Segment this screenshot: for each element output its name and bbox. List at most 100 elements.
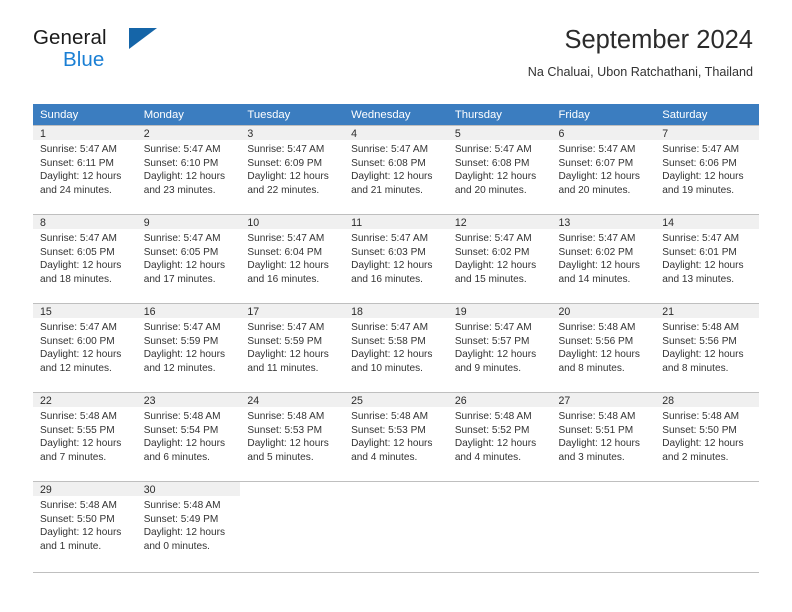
- daylight-duration-line1: Daylight: 12 hours: [351, 438, 433, 450]
- day-number: 21: [655, 303, 759, 318]
- calendar-day-cell[interactable]: 3 Sunrise: 5:47 AM Sunset: 6:09 PM Daylight…: [240, 125, 345, 214]
- sunrise-time: Sunrise: 5:47 AM: [351, 233, 428, 244]
- daylight-duration-line2: and 6 minutes.: [143, 451, 210, 463]
- calendar-day-cell[interactable]: 7 Sunrise: 5:47 AM Sunset: 6:06 PM Daylight…: [655, 125, 759, 214]
- calendar-day-cell[interactable]: 25 Sunrise: 5:48 AM Sunset: 5:53 PM Dayligh…: [344, 392, 448, 481]
- daylight-duration-line2: and 8 minutes.: [662, 362, 729, 374]
- generalblue-logo[interactable]: General Blue: [33, 26, 213, 80]
- daylight-duration-line1: Daylight: 12 hours: [558, 349, 640, 361]
- calendar-day-cell[interactable]: 19 Sunrise: 5:47 AM Sunset: 5:57 PM Dayligh…: [447, 303, 552, 392]
- sunrise-time: Sunrise: 5:47 AM: [454, 322, 532, 333]
- daylight-duration-line1: Daylight: 12 hours: [351, 260, 433, 272]
- calendar-day-cell[interactable]: 14 Sunrise: 5:47 AM Sunset: 6:01 PM Dayligh…: [655, 214, 759, 303]
- day-number: 23: [136, 392, 241, 407]
- calendar-day-cell[interactable]: 23 Sunrise: 5:48 AM Sunset: 5:54 PM Dayligh…: [136, 392, 241, 481]
- day-details: Sunrise: 5:48 AM Sunset: 5:49 PM Daylight:…: [137, 496, 241, 553]
- weekday-header-friday: Friday: [551, 104, 656, 125]
- calendar-day-cell[interactable]: 6 Sunrise: 5:47 AM Sunset: 6:07 PM Daylight…: [551, 125, 656, 214]
- day-cell-inner: 29 Sunrise: 5:48 AM Sunset: 5:50 PM Dayligh…: [33, 481, 137, 570]
- daylight-duration-line1: Daylight: 12 hours: [40, 527, 122, 539]
- day-details: Sunrise: 5:47 AM Sunset: 5:57 PM Daylight:…: [448, 318, 552, 375]
- calendar-day-cell[interactable]: 4 Sunrise: 5:47 AM Sunset: 6:08 PM Daylight…: [344, 125, 448, 214]
- day-details: Sunrise: 5:48 AM Sunset: 5:54 PM Daylight:…: [137, 407, 241, 464]
- day-number: 27: [551, 392, 656, 407]
- daylight-duration-line1: Daylight: 12 hours: [558, 171, 640, 183]
- title-block: September 2024 Na Chaluai, Ubon Ratchath…: [528, 24, 753, 81]
- day-details: Sunrise: 5:47 AM Sunset: 6:03 PM Daylight:…: [344, 229, 448, 286]
- sunset-time: Sunset: 6:01 PM: [662, 246, 737, 258]
- day-cell-inner: 27 Sunrise: 5:48 AM Sunset: 5:51 PM Dayligh…: [551, 392, 656, 481]
- day-cell-inner: 17 Sunrise: 5:47 AM Sunset: 5:59 PM Dayligh…: [240, 303, 345, 392]
- calendar-day-cell[interactable]: 11 Sunrise: 5:47 AM Sunset: 6:03 PM Dayligh…: [344, 214, 448, 303]
- calendar-day-cell[interactable]: 24 Sunrise: 5:48 AM Sunset: 5:53 PM Dayligh…: [240, 392, 345, 481]
- calendar-day-cell[interactable]: 12 Sunrise: 5:47 AM Sunset: 6:02 PM Dayligh…: [447, 214, 552, 303]
- sunset-time: Sunset: 6:02 PM: [558, 246, 634, 258]
- day-details: Sunrise: 5:47 AM Sunset: 6:11 PM Daylight:…: [33, 140, 137, 197]
- day-cell-inner: 8 Sunrise: 5:47 AM Sunset: 6:05 PM Daylight…: [33, 214, 137, 303]
- calendar-day-cell[interactable]: 16 Sunrise: 5:47 AM Sunset: 5:59 PM Dayligh…: [136, 303, 241, 392]
- daylight-duration-line1: Daylight: 12 hours: [454, 171, 537, 183]
- calendar-cell-empty: [447, 481, 552, 570]
- calendar-day-cell[interactable]: 28 Sunrise: 5:48 AM Sunset: 5:50 PM Dayligh…: [655, 392, 759, 481]
- weekday-header-wednesday: Wednesday: [344, 104, 448, 125]
- calendar-day-cell[interactable]: 15 Sunrise: 5:47 AM Sunset: 6:00 PM Dayligh…: [33, 303, 137, 392]
- daylight-duration-line2: and 3 minutes.: [558, 451, 625, 463]
- day-cell-inner: 28 Sunrise: 5:48 AM Sunset: 5:50 PM Dayligh…: [655, 392, 759, 481]
- sunrise-time: Sunrise: 5:48 AM: [40, 500, 117, 511]
- day-details: Sunrise: 5:47 AM Sunset: 6:09 PM Daylight:…: [240, 140, 344, 197]
- day-cell-inner: 3 Sunrise: 5:47 AM Sunset: 6:09 PM Daylight…: [240, 125, 345, 214]
- sunset-time: Sunset: 6:10 PM: [143, 157, 219, 169]
- calendar-day-cell[interactable]: 17 Sunrise: 5:47 AM Sunset: 5:59 PM Dayligh…: [240, 303, 345, 392]
- day-number: 17: [240, 303, 345, 318]
- day-cell-inner: 30 Sunrise: 5:48 AM Sunset: 5:49 PM Dayligh…: [136, 481, 241, 570]
- daylight-duration-line1: Daylight: 12 hours: [40, 438, 122, 450]
- sunrise-time: Sunrise: 5:47 AM: [40, 144, 117, 155]
- day-cell-inner: 12 Sunrise: 5:47 AM Sunset: 6:02 PM Dayligh…: [447, 214, 552, 303]
- calendar-cell-empty: [344, 481, 448, 570]
- daylight-duration-line2: and 15 minutes.: [454, 273, 527, 285]
- calendar-day-cell[interactable]: 18 Sunrise: 5:47 AM Sunset: 5:58 PM Dayligh…: [344, 303, 448, 392]
- calendar-day-cell[interactable]: 21 Sunrise: 5:48 AM Sunset: 5:56 PM Dayligh…: [655, 303, 759, 392]
- calendar-day-cell[interactable]: 5 Sunrise: 5:47 AM Sunset: 6:08 PM Daylight…: [447, 125, 552, 214]
- daylight-duration-line2: and 22 minutes.: [247, 184, 320, 196]
- calendar-day-cell[interactable]: 1 Sunrise: 5:47 AM Sunset: 6:11 PM Daylight…: [33, 125, 137, 214]
- daylight-duration-line1: Daylight: 12 hours: [454, 260, 537, 272]
- sunset-time: Sunset: 6:08 PM: [351, 157, 426, 169]
- day-number: 22: [33, 392, 137, 407]
- day-details: Sunrise: 5:48 AM Sunset: 5:56 PM Daylight:…: [655, 318, 759, 375]
- calendar-cell-empty: [551, 481, 656, 570]
- sunset-time: Sunset: 5:51 PM: [558, 424, 634, 436]
- daylight-duration-line1: Daylight: 12 hours: [558, 438, 640, 450]
- day-number: 28: [655, 392, 759, 407]
- day-cell-inner: 13 Sunrise: 5:47 AM Sunset: 6:02 PM Dayligh…: [551, 214, 656, 303]
- calendar-week-row: 8 Sunrise: 5:47 AM Sunset: 6:05 PM Daylight…: [33, 214, 759, 303]
- calendar-day-cell[interactable]: 9 Sunrise: 5:47 AM Sunset: 6:05 PM Daylight…: [136, 214, 241, 303]
- daylight-duration-line2: and 2 minutes.: [662, 451, 729, 463]
- calendar-day-cell[interactable]: 8 Sunrise: 5:47 AM Sunset: 6:05 PM Daylight…: [33, 214, 137, 303]
- calendar-day-cell[interactable]: 20 Sunrise: 5:48 AM Sunset: 5:56 PM Dayligh…: [551, 303, 656, 392]
- sunrise-time: Sunrise: 5:48 AM: [351, 411, 428, 422]
- page-title: September 2024: [564, 26, 753, 54]
- day-cell-inner: 19 Sunrise: 5:47 AM Sunset: 5:57 PM Dayligh…: [447, 303, 552, 392]
- day-number: 13: [551, 214, 656, 229]
- calendar-day-cell[interactable]: 30 Sunrise: 5:48 AM Sunset: 5:49 PM Dayligh…: [136, 481, 241, 570]
- daylight-duration-line2: and 1 minute.: [40, 540, 102, 552]
- daylight-duration-line1: Daylight: 12 hours: [40, 260, 122, 272]
- calendar-day-cell[interactable]: 22 Sunrise: 5:48 AM Sunset: 5:55 PM Dayligh…: [33, 392, 137, 481]
- calendar-day-cell[interactable]: 29 Sunrise: 5:48 AM Sunset: 5:50 PM Dayligh…: [33, 481, 137, 570]
- sunset-time: Sunset: 5:53 PM: [247, 424, 323, 436]
- calendar-day-cell[interactable]: 26 Sunrise: 5:48 AM Sunset: 5:52 PM Dayligh…: [447, 392, 552, 481]
- calendar-day-cell[interactable]: 13 Sunrise: 5:47 AM Sunset: 6:02 PM Dayligh…: [551, 214, 656, 303]
- sunrise-time: Sunrise: 5:48 AM: [40, 411, 117, 422]
- weekday-header-sunday: Sunday: [33, 104, 137, 125]
- calendar-week-row: 22 Sunrise: 5:48 AM Sunset: 5:55 PM Dayligh…: [33, 392, 759, 481]
- daylight-duration-line1: Daylight: 12 hours: [143, 438, 226, 450]
- calendar-day-cell[interactable]: 27 Sunrise: 5:48 AM Sunset: 5:51 PM Dayligh…: [551, 392, 656, 481]
- sunset-time: Sunset: 6:06 PM: [662, 157, 737, 169]
- calendar-day-cell[interactable]: 2 Sunrise: 5:47 AM Sunset: 6:10 PM Daylight…: [136, 125, 241, 214]
- table-bottom-divider: [33, 572, 759, 573]
- calendar-day-cell[interactable]: 10 Sunrise: 5:47 AM Sunset: 6:04 PM Dayligh…: [240, 214, 345, 303]
- daylight-duration-line2: and 0 minutes.: [143, 540, 210, 552]
- sunset-time: Sunset: 6:02 PM: [454, 246, 530, 258]
- sunset-time: Sunset: 5:52 PM: [454, 424, 530, 436]
